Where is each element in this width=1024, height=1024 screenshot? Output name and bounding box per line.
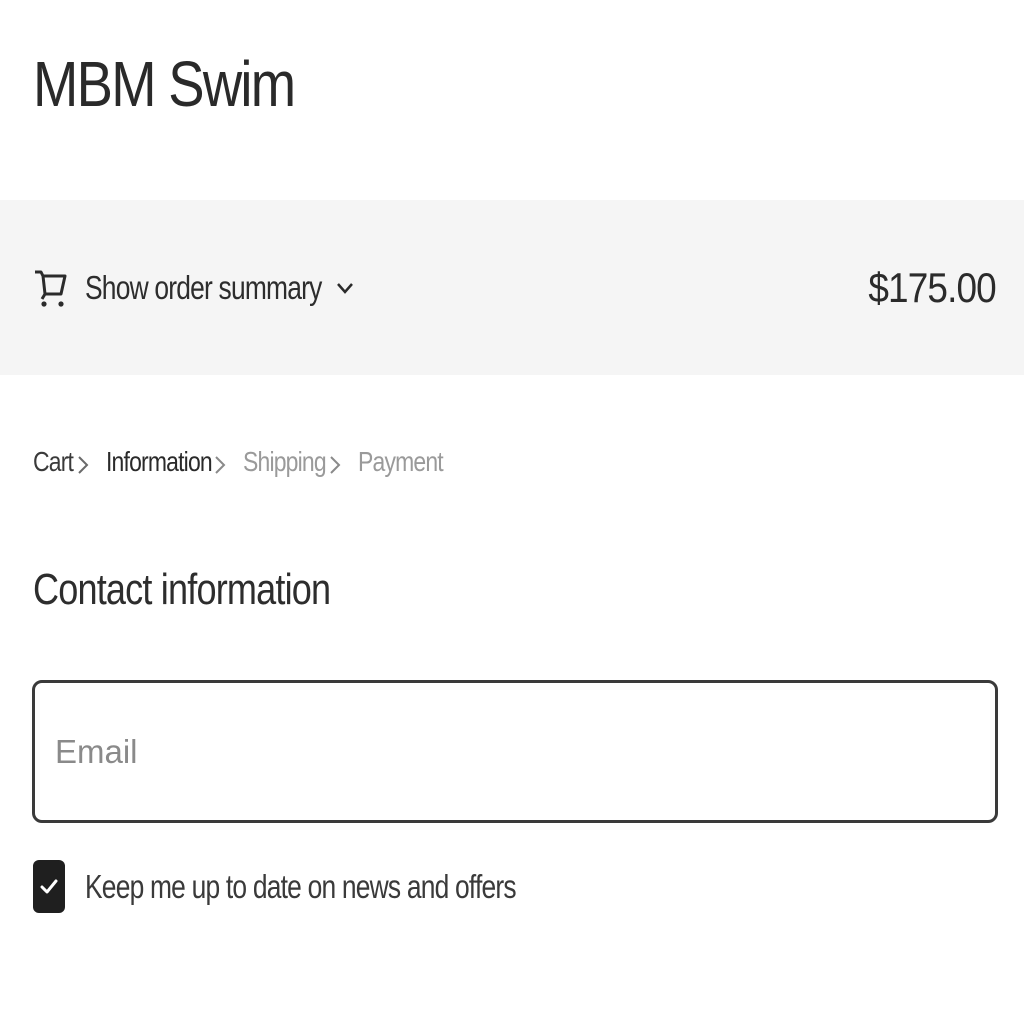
newsletter-optin[interactable]: Keep me up to date on news and offers: [33, 860, 623, 913]
show-order-summary-toggle[interactable]: Show order summary: [33, 268, 851, 308]
email-input[interactable]: [55, 732, 975, 771]
breadcrumb-shipping: Shipping: [242, 446, 327, 477]
chevron-down-icon: [335, 280, 355, 296]
contact-information-title: Contact information: [33, 565, 331, 614]
newsletter-label: Keep me up to date on news and offers: [85, 867, 517, 905]
newsletter-checkbox[interactable]: [33, 860, 65, 913]
chevron-right-icon: [328, 451, 342, 474]
checkout-header: MBM Swim: [0, 0, 1024, 200]
store-name[interactable]: MBM Swim: [33, 52, 296, 116]
chevron-right-icon: [213, 451, 227, 474]
checkmark-icon: [40, 879, 58, 893]
breadcrumb-cart[interactable]: Cart: [33, 446, 74, 478]
cart-icon: [33, 268, 69, 308]
breadcrumb-information: Information: [105, 446, 213, 477]
chevron-right-icon: [76, 451, 90, 474]
email-field[interactable]: [32, 680, 998, 823]
order-summary-bar: Show order summary $175.00: [0, 200, 1024, 375]
show-order-summary-label: Show order summary: [85, 268, 322, 306]
breadcrumb: Cart Information Shipping Payment: [33, 446, 461, 478]
breadcrumb-payment: Payment: [357, 446, 444, 477]
order-total: $175.00: [868, 263, 997, 311]
